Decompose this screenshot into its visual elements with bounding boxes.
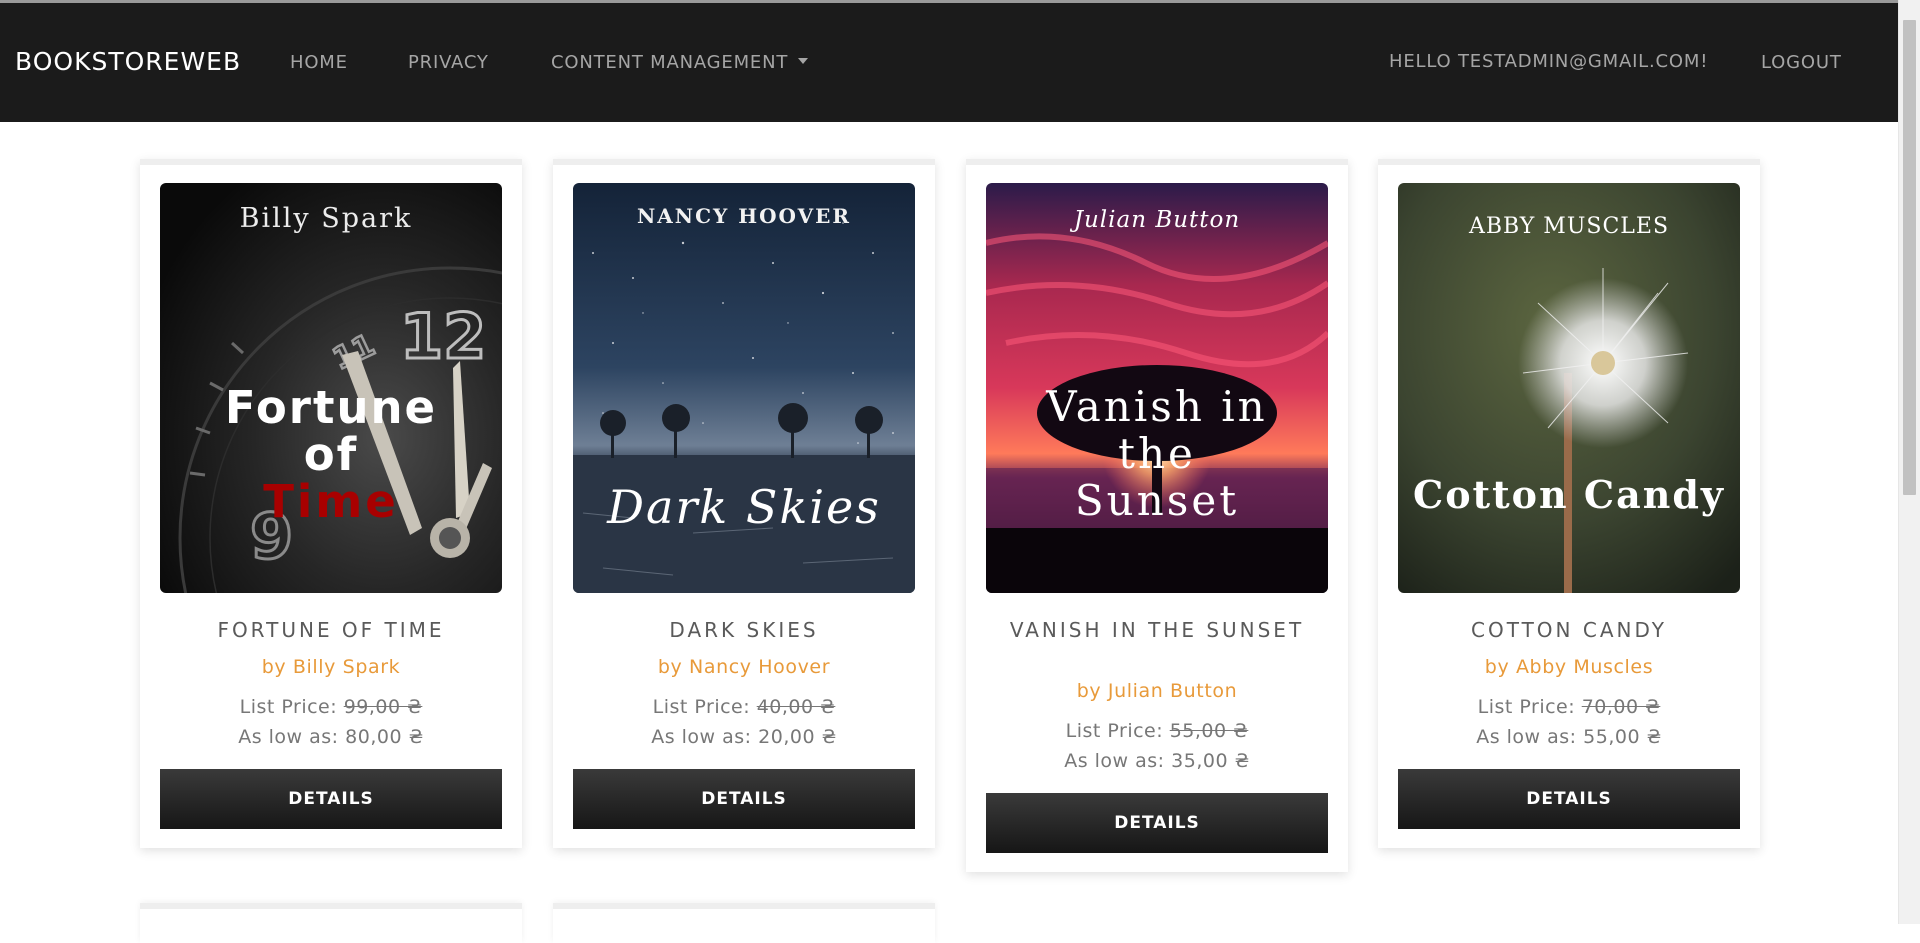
- logout-button[interactable]: LOGOUT: [1761, 52, 1842, 74]
- author-name: Billy Spark: [292, 656, 401, 678]
- book-cover-image: NANCY HOOVER Dark Skies: [573, 183, 915, 593]
- cover-author: Billy Spark: [240, 203, 413, 234]
- list-price-value: 70,00 ₴: [1581, 696, 1661, 718]
- caret-down-icon: [798, 58, 809, 64]
- author-name: Nancy Hoover: [689, 656, 831, 678]
- list-price: List Price: 70,00 ₴: [1398, 695, 1740, 719]
- book-author: by Nancy Hoover: [573, 655, 915, 679]
- nav-home-link[interactable]: HOME: [290, 52, 348, 74]
- cover-clock-12: 12: [400, 300, 486, 373]
- author-prefix: by: [1484, 656, 1510, 678]
- author-prefix: by: [657, 656, 683, 678]
- cover-title-line3: Time: [263, 475, 399, 528]
- book-author: by Julian Button: [986, 679, 1328, 703]
- list-price-value: 55,00 ₴: [1169, 720, 1249, 742]
- list-price: List Price: 99,00 ₴: [160, 695, 502, 719]
- list-price-label: List Price:: [652, 696, 751, 718]
- cover-title: Dark Skies: [606, 480, 881, 534]
- book-card-partial: [140, 903, 522, 943]
- cover-title-line1: Vanish in: [1045, 382, 1267, 431]
- author-prefix: by: [261, 656, 287, 678]
- low-price-value: 20,00 ₴: [758, 726, 837, 748]
- list-price-value: 40,00 ₴: [756, 696, 836, 718]
- sunset-cover-art: Julian Button Vanish in the Sunset: [986, 183, 1328, 593]
- details-button[interactable]: DETAILS: [1398, 769, 1740, 829]
- book-cover-image: Julian Button Vanish in the Sunset: [986, 183, 1328, 593]
- list-price-value: 99,00 ₴: [343, 696, 423, 718]
- list-price-label: List Price:: [239, 696, 338, 718]
- details-button[interactable]: DETAILS: [160, 769, 502, 829]
- book-card: NANCY HOOVER Dark Skies DARK SKIES by Na…: [553, 159, 935, 848]
- list-price: List Price: 55,00 ₴: [986, 719, 1328, 743]
- clock-cover-art: 12 11 9 Billy Spark Fortune of Time: [160, 183, 502, 593]
- cover-title: Cotton Candy: [1413, 472, 1725, 517]
- author-name: Abby Muscles: [1515, 656, 1654, 678]
- cover-title-line2: the: [1118, 429, 1196, 478]
- cover-title-line3: Sunset: [1075, 476, 1239, 525]
- low-price-label: As low as:: [1476, 726, 1577, 748]
- navbar: BOOKSTOREWEB HOME PRIVACY CONTENT MANAGE…: [0, 3, 1898, 122]
- list-price: List Price: 40,00 ₴: [573, 695, 915, 719]
- low-price-value: 55,00 ₴: [1583, 726, 1662, 748]
- author-prefix: by: [1076, 680, 1102, 702]
- author-name: Julian Button: [1107, 680, 1238, 702]
- low-price: As low as: 80,00 ₴: [160, 725, 502, 749]
- cover-author: Julian Button: [1070, 207, 1240, 233]
- book-title: DARK SKIES: [669, 618, 819, 642]
- book-author: by Abby Muscles: [1398, 655, 1740, 679]
- page-scrollbar[interactable]: [1898, 0, 1920, 924]
- scrollbar-thumb[interactable]: [1903, 20, 1916, 495]
- low-price-label: As low as:: [1064, 750, 1165, 772]
- nav-content-management-label: CONTENT MANAGEMENT: [551, 52, 789, 73]
- book-card: Julian Button Vanish in the Sunset VANIS…: [966, 159, 1348, 872]
- cover-author: ABBY MUSCLES: [1468, 214, 1669, 239]
- book-title: COTTON CANDY: [1471, 618, 1667, 642]
- book-cover-image: ABBY MUSCLES Cotton Candy: [1398, 183, 1740, 593]
- cover-author: NANCY HOOVER: [637, 204, 851, 228]
- low-price: As low as: 35,00 ₴: [986, 749, 1328, 773]
- book-author: by Billy Spark: [160, 655, 502, 679]
- details-button[interactable]: DETAILS: [573, 769, 915, 829]
- brand-logo[interactable]: BOOKSTOREWEB: [15, 47, 241, 77]
- book-card-partial: [553, 903, 935, 943]
- cover-title-line2: of: [304, 428, 359, 481]
- book-cover-image: 12 11 9 Billy Spark Fortune of Time: [160, 183, 502, 593]
- user-greeting[interactable]: HELLO TESTADMIN@GMAIL.COM!: [1389, 51, 1708, 73]
- nav-privacy-link[interactable]: PRIVACY: [408, 52, 489, 74]
- cover-title-line1: Fortune: [225, 381, 437, 434]
- low-price-label: As low as:: [651, 726, 752, 748]
- low-price: As low as: 55,00 ₴: [1398, 725, 1740, 749]
- book-title: FORTUNE OF TIME: [217, 618, 445, 642]
- book-title: VANISH IN THE SUNSET: [1009, 618, 1305, 642]
- low-price-label: As low as:: [238, 726, 339, 748]
- nav-content-management-dropdown[interactable]: CONTENT MANAGEMENT: [551, 52, 809, 74]
- low-price-value: 80,00 ₴: [345, 726, 424, 748]
- low-price-value: 35,00 ₴: [1171, 750, 1250, 772]
- night-sky-cover-art: NANCY HOOVER Dark Skies: [573, 183, 915, 593]
- dandelion-cover-art: ABBY MUSCLES Cotton Candy: [1398, 183, 1740, 593]
- low-price: As low as: 20,00 ₴: [573, 725, 915, 749]
- book-card: 12 11 9 Billy Spark Fortune of Time FORT…: [140, 159, 522, 848]
- details-button[interactable]: DETAILS: [986, 793, 1328, 853]
- book-card: ABBY MUSCLES Cotton Candy COTTON CANDY b…: [1378, 159, 1760, 848]
- list-price-label: List Price:: [1477, 696, 1576, 718]
- list-price-label: List Price:: [1065, 720, 1164, 742]
